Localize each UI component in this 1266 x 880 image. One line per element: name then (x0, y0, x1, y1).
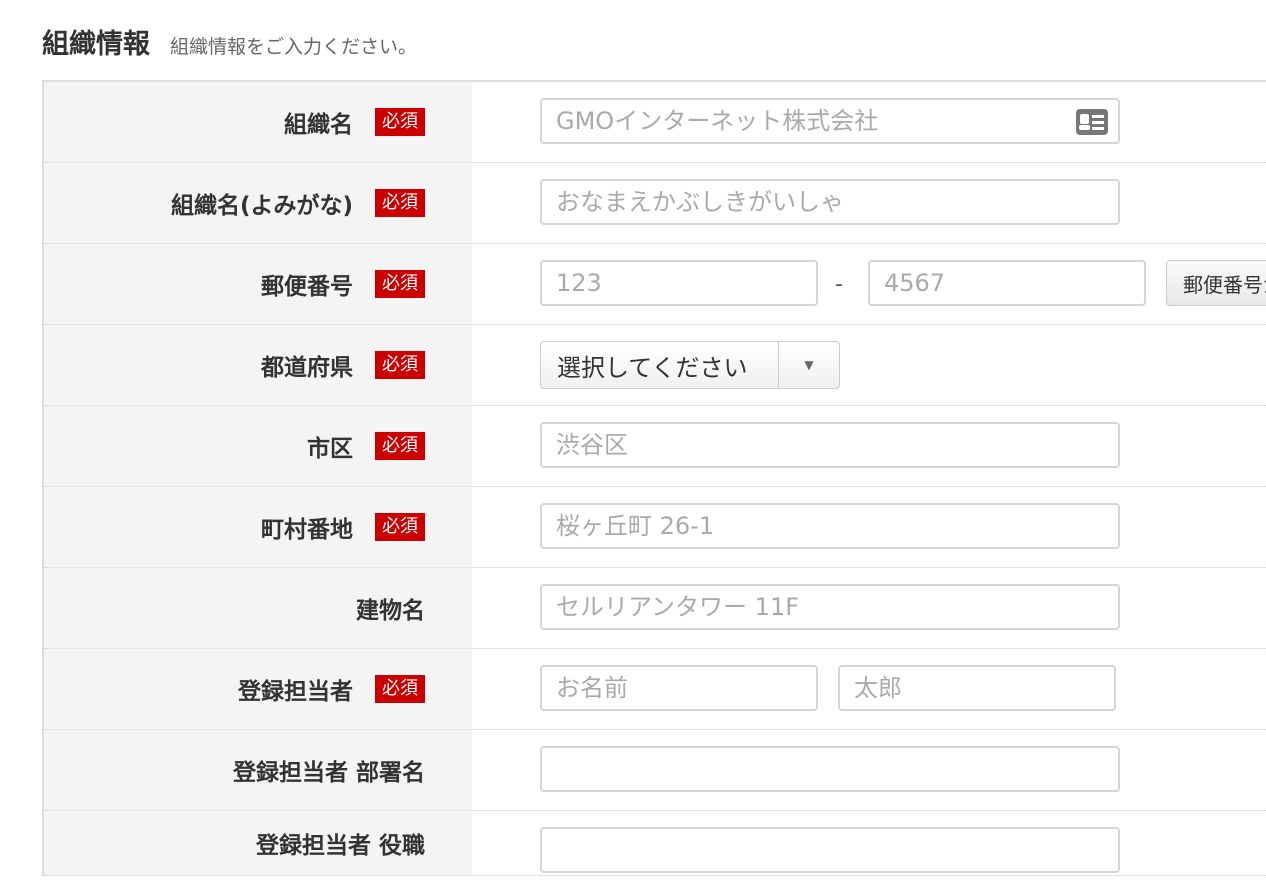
required-badge: 必須 (375, 351, 425, 379)
form-row-organization-name: 組織名 必須 (44, 82, 1266, 163)
street-address-input[interactable] (540, 503, 1120, 549)
organization-form: 組織名 必須 組織名(よみがな) 必須 郵便番号 必須 (42, 80, 1266, 876)
form-label: 郵便番号 (261, 274, 353, 300)
form-label-cell: 都道府県 必須 (44, 325, 472, 405)
form-label-cell: 登録担当者 部署名 (44, 730, 472, 810)
form-input-cell (472, 406, 1266, 486)
form-row-prefecture: 都道府県 必須 選択してください ▼ (44, 325, 1266, 406)
form-label-cell: 組織名(よみがな) 必須 (44, 163, 472, 243)
form-label-cell: 登録担当者 役職 (44, 811, 472, 875)
form-input-cell (472, 730, 1266, 810)
required-badge: 必須 (375, 675, 425, 703)
section-header: 組織情報 組織情報をご入力ください。 (42, 22, 417, 61)
required-badge: 必須 (375, 270, 425, 298)
form-label: 組織名(よみがな) (170, 193, 353, 219)
postal-code-separator: - (835, 272, 843, 297)
form-input-cell (472, 82, 1266, 162)
city-input[interactable] (540, 422, 1120, 468)
form-row-building-name: 建物名 (44, 568, 1266, 649)
organization-name-input[interactable] (540, 98, 1120, 144)
form-row-organization-name-kana: 組織名(よみがな) 必須 (44, 163, 1266, 244)
building-name-input[interactable] (540, 584, 1120, 630)
form-input-cell (472, 163, 1266, 243)
form-row-contact-name: 登録担当者 必須 (44, 649, 1266, 730)
form-row-street-address: 町村番地 必須 (44, 487, 1266, 568)
form-input-cell (472, 487, 1266, 567)
prefecture-select[interactable]: 選択してください ▼ (540, 341, 840, 389)
form-label: 登録担当者 (238, 679, 353, 705)
postal-code-second-input[interactable] (868, 260, 1146, 306)
form-row-city: 市区 必須 (44, 406, 1266, 487)
required-badge: 必須 (375, 513, 425, 541)
form-label-cell: 組織名 必須 (44, 82, 472, 162)
postal-code-lookup-button[interactable]: 郵便番号から住所を入力 (1166, 260, 1266, 306)
required-badge: 必須 (375, 108, 425, 136)
form-row-contact-position: 登録担当者 役職 (44, 811, 1266, 876)
form-label: 市区 (307, 436, 353, 462)
chevron-down-icon[interactable]: ▼ (778, 342, 839, 388)
form-input-cell (472, 649, 1266, 729)
organization-name-kana-input[interactable] (540, 179, 1120, 225)
form-input-cell: - 郵便番号から住所を入力 (472, 244, 1266, 324)
required-badge: 必須 (375, 189, 425, 217)
form-input-cell: 選択してください ▼ (472, 325, 1266, 405)
form-row-contact-department: 登録担当者 部署名 (44, 730, 1266, 811)
prefecture-select-value: 選択してください (557, 353, 748, 382)
form-label-cell: 町村番地 必須 (44, 487, 472, 567)
form-label: 建物名 (356, 598, 425, 624)
form-label-cell: 建物名 (44, 568, 472, 648)
form-label-cell: 市区 必須 (44, 406, 472, 486)
form-label: 組織名 (284, 112, 353, 138)
form-label-cell: 登録担当者 必須 (44, 649, 472, 729)
section-subtitle: 組織情報をご入力ください。 (170, 36, 418, 58)
contact-family-name-input[interactable] (540, 665, 818, 711)
contact-given-name-input[interactable] (838, 665, 1116, 711)
contact-department-input[interactable] (540, 746, 1120, 792)
form-label-cell: 郵便番号 必須 (44, 244, 472, 324)
form-label: 町村番地 (261, 517, 353, 543)
form-input-cell (472, 568, 1266, 648)
required-badge: 必須 (375, 432, 425, 460)
contact-position-input[interactable] (540, 827, 1120, 873)
form-label: 都道府県 (261, 355, 353, 381)
id-card-icon[interactable] (1076, 109, 1108, 135)
form-label: 登録担当者 役職 (255, 833, 425, 859)
postal-code-first-input[interactable] (540, 260, 818, 306)
form-label: 登録担当者 部署名 (232, 760, 425, 786)
form-input-cell (472, 811, 1266, 875)
form-row-postal-code: 郵便番号 必須 - 郵便番号から住所を入力 (44, 244, 1266, 325)
section-title: 組織情報 (42, 29, 150, 60)
